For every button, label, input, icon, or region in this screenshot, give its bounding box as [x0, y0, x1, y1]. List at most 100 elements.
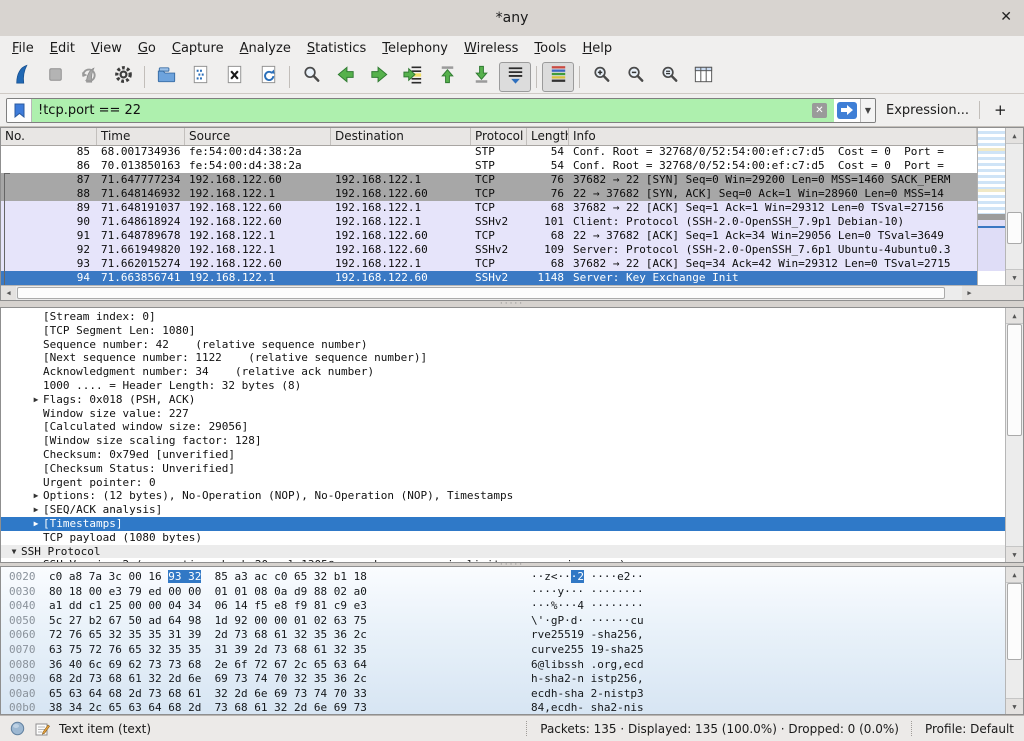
menu-analyze[interactable]: Analyze	[232, 39, 299, 58]
column-header-info[interactable]: Info	[569, 128, 977, 145]
hex-row[interactable]: 0020c0 a8 7a 3c 00 16 93 32 85 a3 ac c0 …	[1, 570, 1023, 585]
restart-capture-button[interactable]	[73, 62, 105, 92]
scroll-down-arrow-icon[interactable]: ▼	[1006, 269, 1023, 285]
detail-row[interactable]: ▶[Timestamps]	[1, 517, 1023, 531]
scroll-left-arrow-icon[interactable]: ◀	[1, 286, 16, 300]
colorize-button[interactable]	[542, 62, 574, 92]
scroll-right-arrow-icon[interactable]: ▶	[962, 286, 977, 300]
go-forward-button[interactable]	[363, 62, 395, 92]
detail-row[interactable]: [Window size scaling factor: 128]	[1, 434, 1023, 448]
detail-row[interactable]: [Stream index: 0]	[1, 310, 1023, 324]
menu-telephony[interactable]: Telephony	[374, 39, 456, 58]
menu-help[interactable]: Help	[574, 39, 620, 58]
detail-row[interactable]: ▶[SEQ/ACK analysis]	[1, 503, 1023, 517]
scroll-up-arrow-icon[interactable]: ▲	[1006, 567, 1023, 583]
zoom-in-button[interactable]	[585, 62, 617, 92]
menu-edit[interactable]: Edit	[42, 39, 83, 58]
column-header-time[interactable]: Time	[97, 128, 185, 145]
zoom-original-button[interactable]	[653, 62, 685, 92]
vscroll-thumb[interactable]	[1007, 324, 1022, 436]
packet-minimap[interactable]	[977, 128, 1005, 285]
title-bar[interactable]: *any ✕	[0, 0, 1024, 37]
filter-text[interactable]: !tcp.port == 22	[32, 99, 812, 122]
stop-capture-button[interactable]	[39, 62, 71, 92]
packet-list-hscrollbar[interactable]: ◀ ▶	[1, 285, 977, 300]
detail-row[interactable]: Urgent pointer: 0	[1, 476, 1023, 490]
go-to-packet-button[interactable]	[397, 62, 429, 92]
start-capture-button[interactable]	[5, 62, 37, 92]
hex-row[interactable]: 00b038 34 2c 65 63 64 68 2d 73 68 61 32 …	[1, 701, 1023, 715]
detail-row[interactable]: 1000 .... = Header Length: 32 bytes (8)	[1, 379, 1023, 393]
capture-options-button[interactable]	[107, 62, 139, 92]
scroll-up-arrow-icon[interactable]: ▲	[1006, 308, 1023, 324]
column-header-protocol[interactable]: Protocol	[471, 128, 527, 145]
column-header-source[interactable]: Source	[185, 128, 331, 145]
filter-clear-icon[interactable]: ✕	[812, 103, 827, 118]
detail-row[interactable]: ▼SSH Protocol	[1, 545, 1023, 559]
hex-row[interactable]: 0040a1 dd c1 25 00 00 04 34 06 14 f5 e8 …	[1, 599, 1023, 614]
detail-row[interactable]: Window size value: 227	[1, 407, 1023, 421]
expander-right-icon[interactable]: ▶	[29, 489, 43, 503]
detail-row[interactable]: Acknowledgment number: 34 (relative ack …	[1, 365, 1023, 379]
auto-scroll-button[interactable]	[499, 62, 531, 92]
detail-row[interactable]: ▶Options: (12 bytes), No-Operation (NOP)…	[1, 489, 1023, 503]
filter-apply-icon[interactable]	[837, 102, 857, 119]
reload-file-button[interactable]	[252, 62, 284, 92]
open-file-button[interactable]	[150, 62, 182, 92]
packet-row-91[interactable]: 9171.648789678192.168.122.1192.168.122.6…	[1, 229, 977, 243]
column-header-no[interactable]: No.	[1, 128, 97, 145]
packet-row-87[interactable]: 8771.647777234192.168.122.60192.168.122.…	[1, 173, 977, 187]
packet-row-86[interactable]: 8670.013850163fe:54:00:d4:38:2aSTP54Conf…	[1, 159, 977, 173]
packet-row-94[interactable]: 9471.663856741192.168.122.1192.168.122.6…	[1, 271, 977, 285]
detail-row[interactable]: ▶Flags: 0x018 (PSH, ACK)	[1, 393, 1023, 407]
display-filter-input[interactable]: !tcp.port == 22 ✕ ▼	[6, 98, 876, 123]
hex-row[interactable]: 009068 2d 73 68 61 32 2d 6e 69 73 74 70 …	[1, 672, 1023, 687]
expander-right-icon[interactable]: ▶	[29, 503, 43, 517]
menu-capture[interactable]: Capture	[164, 39, 232, 58]
menu-tools[interactable]: Tools	[526, 39, 574, 58]
find-packet-button[interactable]	[295, 62, 327, 92]
details-vscrollbar[interactable]: ▲▼	[1005, 308, 1023, 562]
column-header-destination[interactable]: Destination	[331, 128, 471, 145]
packet-row-90[interactable]: 9071.648618924192.168.122.60192.168.122.…	[1, 215, 977, 229]
hex-row[interactable]: 00a065 63 64 68 2d 73 68 61 32 2d 6e 69 …	[1, 687, 1023, 702]
hex-row[interactable]: 003080 18 00 e3 79 ed 00 00 01 01 08 0a …	[1, 585, 1023, 600]
vscroll-thumb[interactable]	[1007, 583, 1022, 660]
filter-dropdown-caret[interactable]: ▼	[860, 99, 875, 122]
menu-go[interactable]: Go	[130, 39, 164, 58]
packet-row-89[interactable]: 8971.648191037192.168.122.60192.168.122.…	[1, 201, 977, 215]
save-file-button[interactable]	[184, 62, 216, 92]
close-window-button[interactable]: ✕	[1000, 9, 1012, 25]
hex-row[interactable]: 007063 75 72 76 65 32 35 35 31 39 2d 73 …	[1, 643, 1023, 658]
packet-list-vscrollbar[interactable]: ▲ ▼	[1005, 128, 1023, 285]
hex-row[interactable]: 006072 76 65 32 35 35 31 39 2d 73 68 61 …	[1, 628, 1023, 643]
status-profile[interactable]: Profile: Default	[925, 722, 1014, 736]
detail-row[interactable]: [TCP Segment Len: 1080]	[1, 324, 1023, 338]
last-packet-button[interactable]	[465, 62, 497, 92]
packet-row-88[interactable]: 8871.648146932192.168.122.1192.168.122.6…	[1, 187, 977, 201]
expander-down-icon[interactable]: ▼	[7, 545, 21, 559]
packet-row-92[interactable]: 9271.661949820192.168.122.1192.168.122.6…	[1, 243, 977, 257]
packet-row-93[interactable]: 9371.662015274192.168.122.60192.168.122.…	[1, 257, 977, 271]
scroll-down-arrow-icon[interactable]: ▼	[1006, 698, 1023, 714]
detail-row[interactable]: [Checksum Status: Unverified]	[1, 462, 1023, 476]
hscroll-thumb[interactable]	[17, 287, 945, 299]
close-file-button[interactable]	[218, 62, 250, 92]
detail-row[interactable]: Checksum: 0x79ed [unverified]	[1, 448, 1023, 462]
detail-row[interactable]: Sequence number: 42 (relative sequence n…	[1, 338, 1023, 352]
capture-comment-icon[interactable]	[34, 721, 50, 737]
menu-view[interactable]: View	[83, 39, 130, 58]
menu-wireless[interactable]: Wireless	[456, 39, 526, 58]
packet-row-85[interactable]: 8568.001734936fe:54:00:d4:38:2aSTP54Conf…	[1, 145, 977, 159]
column-header-length[interactable]: Length	[527, 128, 569, 145]
expander-right-icon[interactable]: ▶	[29, 393, 43, 407]
expander-right-icon[interactable]: ▶	[29, 517, 43, 531]
scroll-down-arrow-icon[interactable]: ▼	[1006, 546, 1023, 562]
scroll-up-arrow-icon[interactable]: ▲	[1006, 128, 1023, 144]
zoom-out-button[interactable]	[619, 62, 651, 92]
vscroll-thumb[interactable]	[1007, 212, 1022, 244]
detail-row[interactable]: [Next sequence number: 1122 (relative se…	[1, 351, 1023, 365]
expression-button[interactable]: Expression...	[886, 103, 969, 118]
menu-file[interactable]: File	[4, 39, 42, 58]
filter-bookmark-icon[interactable]	[7, 99, 32, 122]
